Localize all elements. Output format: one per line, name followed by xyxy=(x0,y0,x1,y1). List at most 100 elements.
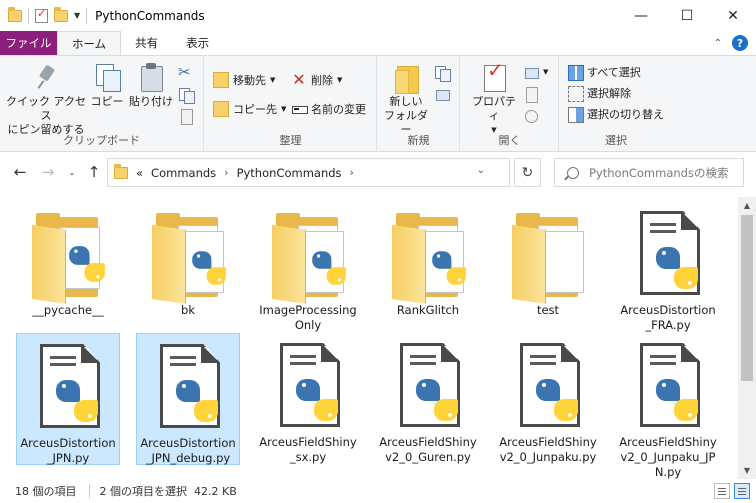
recent-locations-button[interactable]: ⌄ xyxy=(62,162,82,182)
maximize-button[interactable]: ☐ xyxy=(664,0,710,31)
invert-selection-button[interactable]: 選択の切り替え xyxy=(567,106,664,123)
new-item-button[interactable] xyxy=(434,64,451,82)
select-none-icon xyxy=(567,85,584,102)
help-icon[interactable]: ? xyxy=(732,35,748,51)
properties-button[interactable]: プロパティ ▼ xyxy=(469,62,519,137)
python-file-item[interactable]: ArceusDistortion_FRA.py xyxy=(616,201,720,333)
scrollbar-thumb[interactable] xyxy=(741,215,753,381)
delete-label: 削除 xyxy=(311,74,333,87)
open-icon xyxy=(523,64,539,80)
file-view[interactable]: __pycache__ bk ImageProcessingOnly RankG… xyxy=(0,197,738,479)
folder-item[interactable]: ImageProcessingOnly xyxy=(256,201,360,333)
new-folder-icon xyxy=(391,62,421,94)
folder-item[interactable]: __pycache__ xyxy=(16,201,120,333)
chevron-down-icon: ▼ xyxy=(543,68,549,76)
organize-group-label: 整理 xyxy=(279,134,302,147)
history-button[interactable] xyxy=(523,108,539,124)
new-folder-icon[interactable] xyxy=(54,6,68,22)
python-file-item[interactable]: ArceusDistortion_JPN_debug.py xyxy=(136,333,240,465)
divider xyxy=(28,7,29,24)
scroll-up-arrow-icon[interactable]: ▲ xyxy=(738,197,756,214)
vertical-scrollbar[interactable]: ▲ ▼ xyxy=(738,197,756,479)
item-name: ImageProcessingOnly xyxy=(259,303,357,332)
invert-selection-label: 選択の切り替え xyxy=(587,108,664,121)
python-file-item[interactable]: ArceusDistortion_JPN.py xyxy=(16,333,120,465)
paste-shortcut-icon xyxy=(178,108,194,125)
tab-file[interactable]: ファイル xyxy=(0,31,57,55)
chevron-right-icon[interactable]: › xyxy=(350,166,354,179)
easy-access-button[interactable] xyxy=(434,86,450,102)
up-button[interactable]: ↑ xyxy=(84,162,104,182)
python-file-item[interactable]: ArceusFieldShinyv2_0_Guren.py xyxy=(376,333,480,465)
copy-path-button[interactable] xyxy=(178,86,195,104)
search-input[interactable] xyxy=(589,165,739,180)
item-name: ArceusFieldShinyv2_0_Junpaku.py xyxy=(499,435,597,464)
delete-button[interactable]: ✕ 削除 ▼ xyxy=(291,72,342,88)
details-view-icon[interactable] xyxy=(714,483,730,499)
edit-icon xyxy=(523,86,539,103)
python-file-icon xyxy=(28,340,108,434)
expand-ribbon-chevron-icon[interactable]: ⌃ xyxy=(714,38,722,49)
delete-x-icon: ✕ xyxy=(292,70,306,89)
item-name: ArceusDistortion_JPN.py xyxy=(20,436,116,465)
copy-label: コピー xyxy=(90,95,124,108)
search-box[interactable] xyxy=(554,158,744,187)
paste-shortcut-button[interactable] xyxy=(178,108,194,125)
tab-share[interactable]: 共有 xyxy=(121,31,172,55)
select-all-button[interactable]: すべて選択 xyxy=(567,64,641,81)
folder-item[interactable]: test xyxy=(496,201,600,333)
item-name: ArceusDistortion_FRA.py xyxy=(620,303,716,332)
close-button[interactable]: ✕ xyxy=(710,0,756,31)
tab-home[interactable]: ホーム xyxy=(57,31,122,55)
rename-icon xyxy=(291,101,308,117)
new-folder-button[interactable]: 新しい フォルダー xyxy=(382,62,430,137)
folder-icon xyxy=(114,163,128,179)
folder-item[interactable]: RankGlitch xyxy=(376,201,480,333)
python-file-item[interactable]: ArceusFieldShinyv2_0_Junpaku_JPN.py xyxy=(616,333,720,479)
copy-to-label: コピー先 xyxy=(233,103,277,116)
view-switcher xyxy=(714,483,750,499)
paste-icon xyxy=(136,62,166,92)
back-button[interactable]: ← xyxy=(10,162,30,182)
copy-to-button[interactable]: コピー先 ▼ xyxy=(213,101,286,117)
clipboard-group-label: クリップボード xyxy=(63,134,140,147)
python-file-item[interactable]: ArceusFieldShiny_sx.py xyxy=(256,333,360,465)
address-dropdown-chevron-icon[interactable]: ⌄ xyxy=(477,165,485,176)
folder-item[interactable]: bk xyxy=(136,201,240,333)
search-icon xyxy=(567,166,579,179)
select-group-label: 選択 xyxy=(605,134,627,147)
edit-button[interactable] xyxy=(523,86,539,103)
scissors-icon: ✂ xyxy=(178,63,191,81)
address-bar[interactable]: « Commands › PythonCommands › ⌄ xyxy=(107,158,510,187)
open-button[interactable]: ▼ xyxy=(523,64,548,80)
breadcrumb-commands[interactable]: Commands xyxy=(151,166,216,180)
item-name: test xyxy=(536,303,560,317)
address-overflow[interactable]: « xyxy=(136,166,143,180)
forward-button[interactable]: → xyxy=(38,162,58,182)
scroll-down-arrow-icon[interactable]: ▼ xyxy=(738,462,756,479)
properties-icon[interactable] xyxy=(35,7,48,23)
pin-to-quick-access-button[interactable]: クイック アクセス にピン留めする xyxy=(6,62,86,137)
large-icons-view-icon[interactable] xyxy=(734,483,750,499)
select-none-button[interactable]: 選択解除 xyxy=(567,85,631,102)
python-file-item[interactable]: ArceusFieldShinyv2_0_Junpaku.py xyxy=(496,333,600,465)
item-count: 18 個の項目 xyxy=(15,485,77,498)
rename-button[interactable]: 名前の変更 xyxy=(291,101,366,117)
copy-icon xyxy=(92,62,122,92)
folder-icon[interactable] xyxy=(8,6,22,22)
copy-button[interactable]: コピー xyxy=(90,62,124,109)
refresh-button[interactable]: ↻ xyxy=(514,158,541,187)
copy-path-icon xyxy=(178,86,195,104)
chevron-right-icon[interactable]: › xyxy=(224,166,228,179)
paste-label: 貼り付け xyxy=(129,95,173,108)
item-name: ArceusDistortion_JPN_debug.py xyxy=(140,436,236,465)
minimize-button[interactable]: — xyxy=(618,0,664,31)
customize-toolbar-chevron-icon[interactable]: ▼ xyxy=(74,11,80,20)
cut-button[interactable]: ✂ xyxy=(178,64,194,80)
breadcrumb-pythoncommands[interactable]: PythonCommands xyxy=(237,166,342,180)
quick-access-toolbar: ▼ xyxy=(0,6,88,24)
paste-button[interactable]: 貼り付け xyxy=(128,62,174,109)
move-to-button[interactable]: 移動先 ▼ xyxy=(213,72,275,88)
python-file-icon xyxy=(508,339,588,433)
tab-view[interactable]: 表示 xyxy=(172,31,223,55)
